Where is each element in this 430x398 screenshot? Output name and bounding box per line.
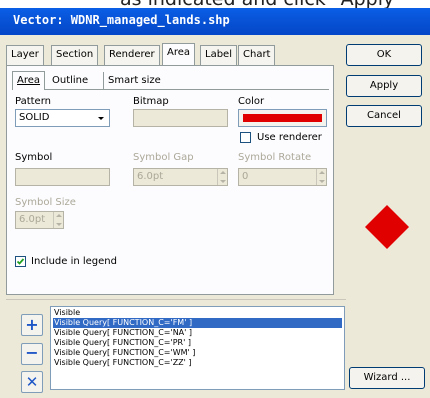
diamond-icon (365, 205, 409, 249)
bitmap-label: Bitmap (133, 96, 169, 107)
wizard-button[interactable]: Wizard ... (349, 367, 425, 389)
list-item[interactable]: Visible Query[ FUNCTION_C='WM' ] (54, 348, 195, 358)
symbol-gap-value: 6.0pt (137, 171, 164, 182)
symbol-label: Symbol (15, 152, 53, 163)
tab-strip: Layer Section Renderer Area Label Chart (6, 43, 330, 67)
delete-x-icon: ✕ (25, 373, 39, 391)
area-tab-panel: Area Outline Smart size Pattern SOLID Bi… (6, 65, 334, 295)
symbol-rotate-label: Symbol Rotate (238, 152, 312, 163)
subtab-smart-size-label: Smart size (108, 75, 161, 86)
color-swatch (243, 114, 322, 122)
color-label: Color (238, 96, 265, 107)
ok-button[interactable]: OK (346, 44, 422, 66)
symbol-rotate-value: 0 (242, 171, 249, 182)
symbol-rotate-spinner[interactable] (316, 169, 326, 185)
apply-button[interactable]: Apply (346, 75, 422, 97)
checkmark-icon (16, 258, 25, 265)
subtab-smart-size[interactable]: Smart size (103, 72, 165, 90)
subtab-divider (12, 89, 329, 90)
symbol-size-value: 6.0pt (19, 214, 46, 225)
list-item[interactable]: Visible Query[ FUNCTION_C='PR' ] (54, 338, 191, 348)
include-legend-label: Include in legend (31, 256, 117, 267)
tab-section[interactable]: Section (51, 45, 99, 65)
tab-chart[interactable]: Chart (238, 45, 276, 65)
minus-icon: − (25, 343, 39, 362)
include-legend-checkbox[interactable] (15, 256, 26, 267)
pattern-select[interactable]: SOLID (15, 109, 110, 127)
add-rule-button[interactable]: + (21, 314, 43, 336)
bitmap-button[interactable] (133, 109, 228, 127)
list-item[interactable]: Visible (54, 308, 80, 318)
plus-icon: + (25, 315, 39, 334)
title-bar[interactable]: Vector: WDNR_managed_lands.shp (0, 8, 430, 35)
pattern-label: Pattern (15, 96, 51, 107)
subtab-outline[interactable]: Outline (48, 72, 92, 90)
background-caption-text: as indicated and click "Apply" (120, 0, 403, 8)
subtab-outline-label: Outline (52, 75, 89, 86)
symbol-size-label: Symbol Size (15, 197, 76, 208)
cancel-button[interactable]: Cancel (346, 105, 422, 127)
renderer-list[interactable]: Visible Visible Query[ FUNCTION_C='FM' ]… (50, 306, 345, 390)
symbol-button[interactable] (15, 168, 110, 186)
symbol-gap-field[interactable]: 6.0pt (133, 168, 228, 186)
pattern-value: SOLID (19, 112, 50, 123)
symbol-gap-spinner[interactable] (217, 169, 227, 185)
symbol-gap-label: Symbol Gap (133, 152, 194, 163)
background-caption: as indicated and click "Apply" (0, 0, 430, 8)
subtab-area[interactable]: Area (12, 71, 46, 90)
list-item[interactable]: Visible Query[ FUNCTION_C='ZZ' ] (54, 358, 192, 368)
subtab-area-label: Area (17, 75, 41, 86)
chevron-down-icon[interactable] (94, 111, 108, 125)
tab-renderer[interactable]: Renderer (104, 45, 160, 65)
color-picker-button[interactable] (238, 109, 327, 127)
section-divider (6, 299, 346, 300)
window-title: Vector: WDNR_managed_lands.shp (13, 13, 230, 27)
delete-rule-button[interactable]: ✕ (21, 371, 43, 393)
symbol-rotate-field[interactable]: 0 (238, 168, 327, 186)
use-renderer-checkbox[interactable] (240, 132, 251, 143)
use-renderer-label: Use renderer (257, 132, 322, 143)
vector-properties-dialog: Vector: WDNR_managed_lands.shp Layer Sec… (0, 8, 430, 398)
list-item[interactable]: Visible Query[ FUNCTION_C='NA' ] (54, 328, 192, 338)
remove-rule-button[interactable]: − (21, 343, 43, 365)
tab-area[interactable]: Area (162, 43, 196, 65)
list-item-selected[interactable]: Visible Query[ FUNCTION_C='FM' ] (53, 318, 342, 328)
symbol-size-field[interactable]: 6.0pt (15, 211, 64, 229)
tab-layer[interactable]: Layer (6, 45, 44, 65)
symbol-preview (364, 204, 410, 250)
symbol-size-spinner[interactable] (53, 212, 63, 228)
tab-label[interactable]: Label (200, 45, 237, 65)
